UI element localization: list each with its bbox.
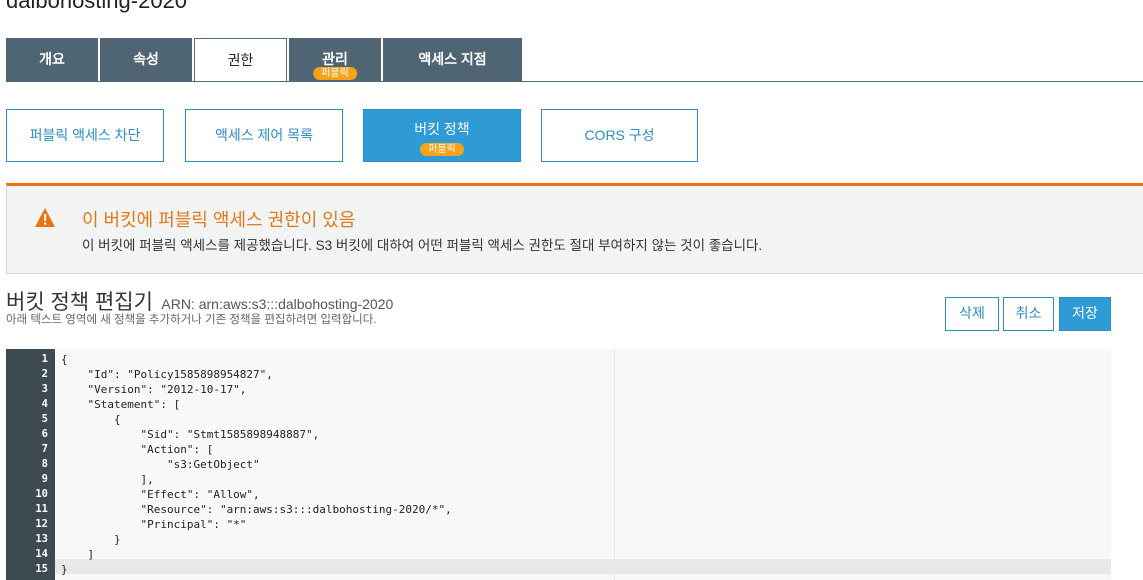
code-line[interactable]: } [61,562,68,577]
code-line[interactable]: { [61,352,68,367]
subtab-block-public-access[interactable]: 퍼블릭 액세스 차단 [6,109,164,162]
code-line[interactable]: "Statement": [ [61,397,180,412]
tab-properties[interactable]: 속성 [100,38,192,81]
line-number: 13 [35,533,48,545]
policy-editor-description: 아래 텍스트 영역에 새 정책을 추가하거나 기존 정책을 편집하려면 입력합니… [6,314,377,326]
bucket-name-title: dalbohosting-2020 [6,0,188,13]
subtab-access-control-list[interactable]: 액세스 제어 목록 [185,109,343,162]
tab-properties-label: 속성 [133,51,159,67]
line-number: 10 [35,488,48,500]
delete-button[interactable]: 삭제 [945,297,999,331]
code-line[interactable]: "s3:GetObject" [61,457,260,472]
code-line[interactable]: ] [61,547,94,562]
line-number: 14 [35,548,48,560]
code-line[interactable]: "Sid": "Stmt1585898948887", [61,427,319,442]
code-line[interactable]: "Effect": "Allow", [61,487,259,502]
subtab-acl-label: 액세스 제어 목록 [215,127,313,143]
line-number: 9 [41,473,48,485]
tab-management-label: 관리 [322,51,348,67]
subtab-cors-configuration[interactable]: CORS 구성 [541,109,698,162]
code-line[interactable]: ], [61,472,153,487]
subtab-cors-label: CORS 구성 [584,127,655,143]
subtab-bucket-policy[interactable]: 버킷 정책 퍼블릭 [363,109,521,162]
line-number: 2 [41,368,48,380]
tab-management[interactable]: 관리 퍼블릭 [289,38,381,81]
save-button[interactable]: 저장 [1059,297,1111,331]
line-number: 3 [41,383,48,395]
tab-permissions-label: 권한 [227,52,254,68]
line-number: 11 [35,503,48,515]
bucket-arn: ARN: arn:aws:s3:::dalbohosting-2020 [161,296,394,312]
code-line[interactable]: "Id": "Policy1585898954827", [61,367,272,382]
public-badge: 퍼블릭 [420,143,464,156]
line-number: 7 [41,443,48,455]
line-number: 4 [41,398,48,410]
print-margin-line [614,349,615,580]
public-badge: 퍼블릭 [313,67,357,80]
policy-code-editor[interactable]: 1 {2 "Id": "Policy1585898954827", 3 "Versi… [6,349,1111,580]
code-line[interactable]: { [61,412,121,427]
tab-access-points-label: 액세스 지점 [418,51,487,67]
subtab-block-public-access-label: 퍼블릭 액세스 차단 [29,127,141,143]
code-line[interactable]: "Resource": "arn:aws:s3:::dalbohosting-2… [61,502,451,517]
subtab-bucket-policy-label: 버킷 정책 [414,121,470,137]
main-tab-bar: 개요 속성 권한 관리 퍼블릭 액세스 지점 [6,38,1143,82]
warning-title: 이 버킷에 퍼블릭 액세스 권한이 있음 [82,210,356,230]
line-number: 8 [41,458,48,470]
active-line-highlight [55,559,1111,574]
code-line[interactable]: "Version": "2012-10-17", [61,382,246,397]
code-line[interactable]: "Action": [ [61,442,213,457]
line-number: 1 [41,353,48,365]
tab-permissions[interactable]: 권한 [194,38,287,82]
tab-overview[interactable]: 개요 [6,38,98,81]
line-number: 15 [35,563,48,575]
code-line[interactable]: } [61,532,121,547]
tab-bar-divider [6,81,1143,82]
line-number: 12 [35,518,48,530]
public-access-warning: 이 버킷에 퍼블릭 액세스 권한이 있음 이 버킷에 퍼블릭 액세스를 제공했습… [6,183,1143,274]
warning-message: 이 버킷에 퍼블릭 액세스를 제공했습니다. S3 버킷에 대하여 어떤 퍼블릭… [82,238,763,253]
line-number: 5 [41,413,48,425]
code-line[interactable]: "Principal": "*" [61,517,246,532]
tab-access-points[interactable]: 액세스 지점 [383,38,522,81]
tab-overview-label: 개요 [39,51,65,67]
line-number: 6 [41,428,48,440]
warning-icon [35,208,55,227]
cancel-button[interactable]: 취소 [1003,297,1054,331]
